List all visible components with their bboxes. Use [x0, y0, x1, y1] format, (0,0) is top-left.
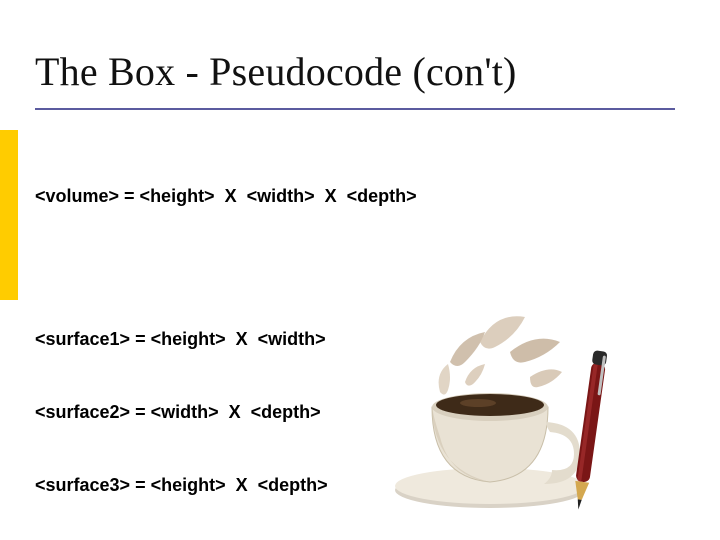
- blank-line: [35, 256, 583, 278]
- side-accent-bar: [0, 130, 18, 300]
- pseudocode-line: <volume> = <height> X <width> X <depth>: [35, 184, 583, 208]
- title-underline: [35, 108, 675, 110]
- pseudocode-line: <surface2> = <width> X <depth>: [35, 400, 583, 424]
- slide: The Box - Pseudocode (con't) <volume> = …: [0, 0, 720, 540]
- pseudocode-line: <surface1> = <height> X <width>: [35, 327, 583, 351]
- slide-content: <volume> = <height> X <width> X <depth> …: [35, 135, 583, 540]
- pseudocode-line: <surface3> = <height> X <depth>: [35, 473, 583, 497]
- slide-title: The Box - Pseudocode (con't): [35, 48, 517, 95]
